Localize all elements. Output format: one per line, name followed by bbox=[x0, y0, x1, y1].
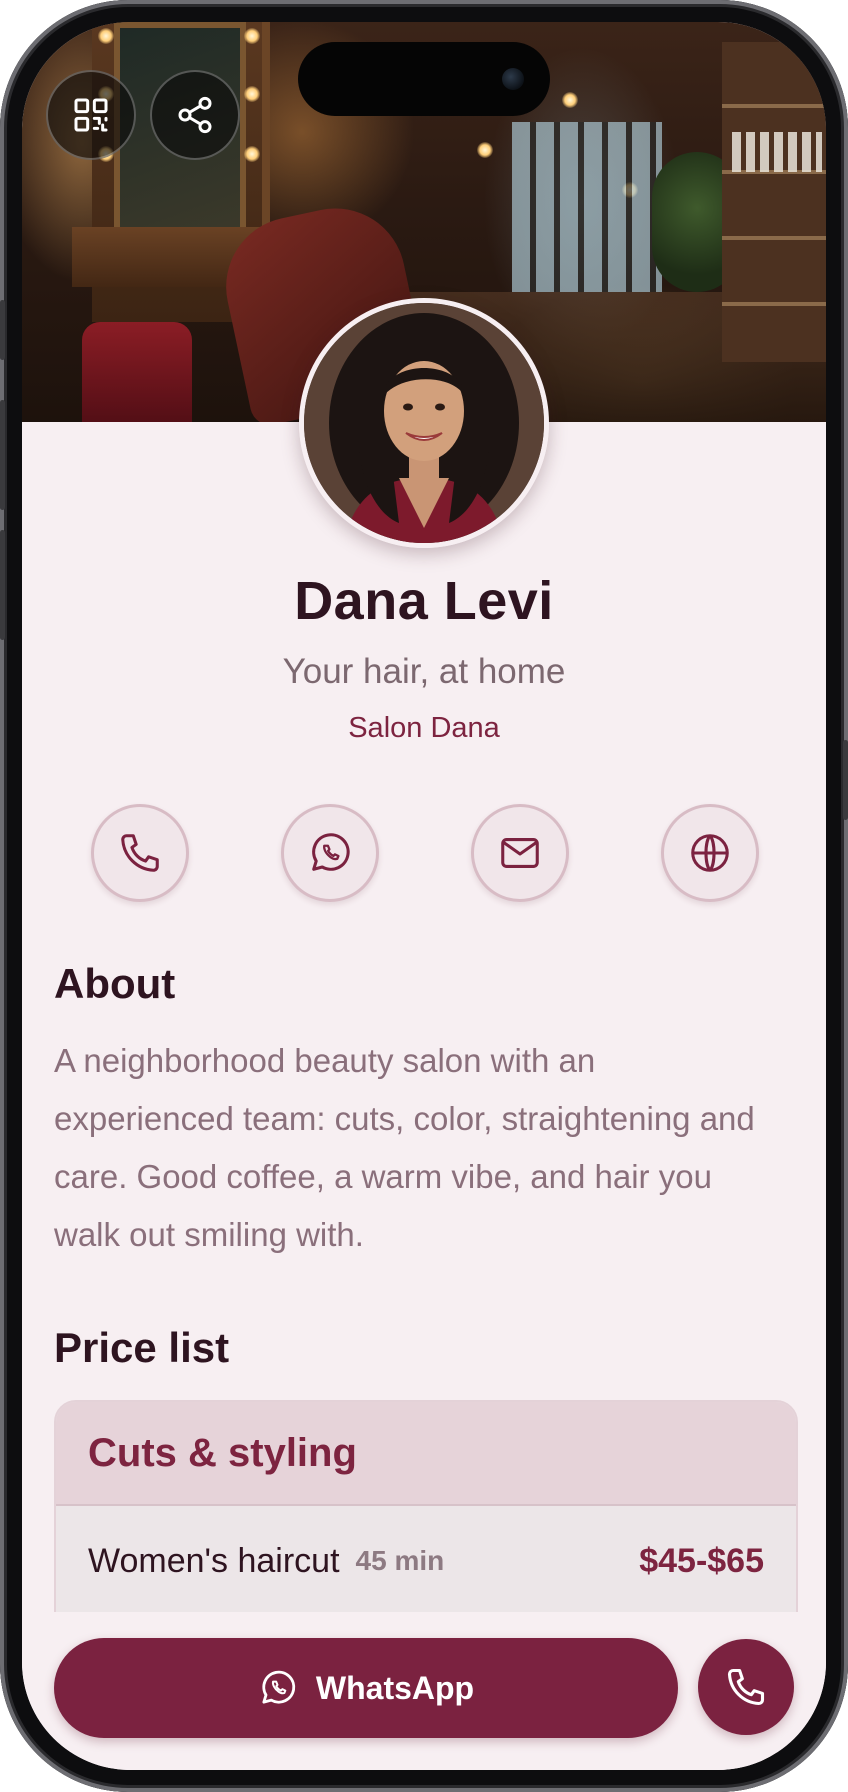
screen: Dana Levi Your hair, at home Salon Dana bbox=[22, 22, 826, 1770]
price-category-header[interactable]: Cuts & styling bbox=[56, 1402, 796, 1506]
profile-tagline: Your hair, at home bbox=[282, 652, 566, 691]
call-button[interactable] bbox=[91, 804, 189, 902]
about-text: A neighborhood beauty salon with an expe… bbox=[54, 1042, 755, 1253]
whatsapp-cta-label: WhatsApp bbox=[315, 1669, 475, 1706]
volume-up-button bbox=[0, 400, 5, 510]
service-duration: 45 min bbox=[355, 1545, 445, 1576]
whatsapp-icon bbox=[262, 1670, 296, 1704]
about-heading: About bbox=[54, 960, 176, 1007]
profile-photo bbox=[304, 303, 544, 543]
qr-code-icon bbox=[74, 98, 108, 132]
phone-frame: Dana Levi Your hair, at home Salon Dana bbox=[0, 0, 848, 1792]
whatsapp-button[interactable] bbox=[281, 804, 379, 902]
website-button[interactable] bbox=[661, 804, 759, 902]
service-price: $45-$65 bbox=[639, 1541, 764, 1580]
phone-icon bbox=[121, 834, 159, 872]
service-name: Women's haircut bbox=[88, 1541, 340, 1580]
power-button bbox=[843, 740, 848, 820]
side-button bbox=[0, 300, 5, 360]
share-icon bbox=[178, 96, 212, 134]
price-list-heading: Price list bbox=[54, 1324, 230, 1371]
business-name: Salon Dana bbox=[348, 712, 500, 744]
share-button[interactable] bbox=[150, 70, 240, 160]
email-button[interactable] bbox=[471, 804, 569, 902]
phone-icon bbox=[727, 1668, 765, 1706]
mail-icon bbox=[501, 838, 539, 868]
price-row[interactable]: Women's haircut 45 min $45-$65 bbox=[56, 1506, 796, 1616]
whatsapp-cta-button[interactable]: WhatsApp bbox=[54, 1638, 678, 1738]
camera-icon bbox=[502, 68, 524, 90]
whatsapp-icon bbox=[312, 833, 350, 871]
volume-down-button bbox=[0, 530, 5, 640]
avatar bbox=[299, 298, 549, 548]
call-cta-button[interactable] bbox=[698, 1639, 794, 1735]
qr-code-button[interactable] bbox=[46, 70, 136, 160]
price-category-title: Cuts & styling bbox=[88, 1430, 357, 1475]
dynamic-island bbox=[298, 42, 550, 116]
globe-icon bbox=[691, 834, 729, 872]
profile-name: Dana Levi bbox=[294, 571, 554, 631]
